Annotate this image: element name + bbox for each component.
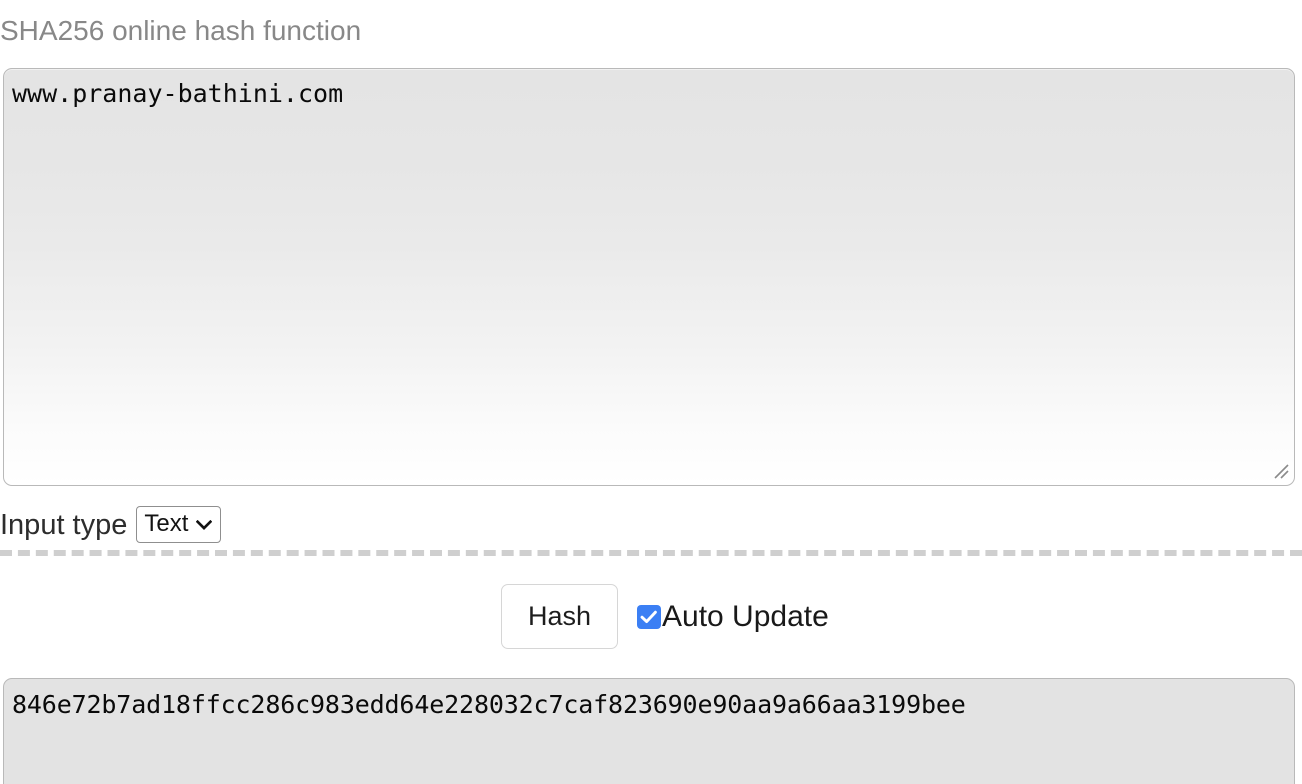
input-text-area[interactable]: www.pranay-bathini.com bbox=[3, 68, 1295, 486]
checkmark-icon bbox=[640, 610, 657, 623]
input-type-row: Input type Text bbox=[0, 506, 222, 543]
hash-button[interactable]: Hash bbox=[501, 584, 618, 649]
textarea-resize-handle-icon[interactable] bbox=[1272, 462, 1290, 480]
controls-row: Hash Auto Update bbox=[501, 584, 829, 649]
auto-update-control[interactable]: Auto Update bbox=[637, 599, 829, 634]
page-title: SHA256 online hash function bbox=[0, 15, 362, 46]
section-divider bbox=[0, 550, 1302, 556]
auto-update-label[interactable]: Auto Update bbox=[662, 599, 829, 634]
sha256-hash-tool-page: SHA256 online hash function www.pranay-b… bbox=[0, 0, 1302, 784]
input-type-select-wrapper: Text bbox=[136, 506, 222, 543]
auto-update-checkbox[interactable] bbox=[637, 604, 661, 629]
hash-output-field[interactable]: 846e72b7ad18ffcc286c983edd64e228032c7caf… bbox=[3, 678, 1295, 784]
input-type-select[interactable]: Text bbox=[136, 506, 222, 543]
input-type-label: Input type bbox=[0, 508, 128, 541]
